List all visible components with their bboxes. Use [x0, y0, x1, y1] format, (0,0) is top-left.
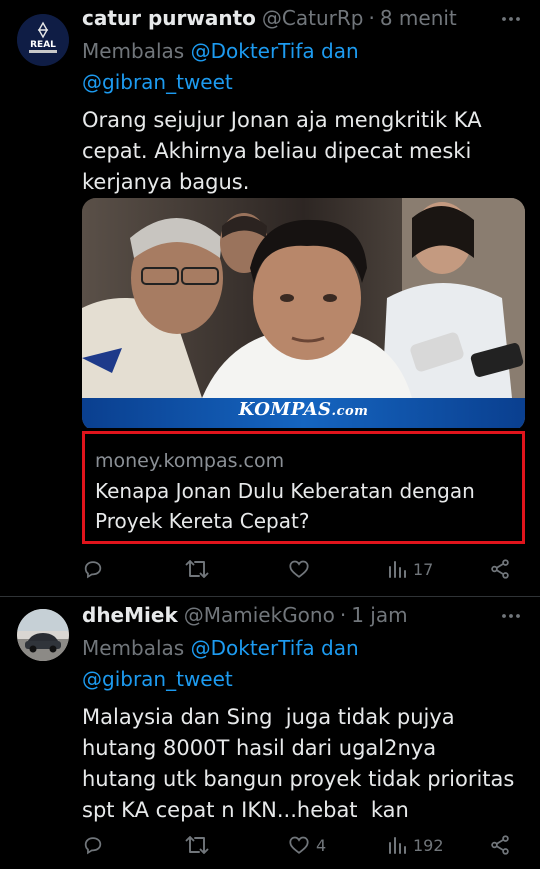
tweet-text: Orang sejujur Jonan aja mengkritik KA ce…	[82, 108, 482, 194]
like-button[interactable]: 4	[288, 834, 326, 856]
tweet-actions: 4 192	[82, 830, 522, 860]
author-handle[interactable]: @MamiekGono	[184, 603, 335, 627]
heart-icon	[289, 836, 309, 854]
reply-mention-doktertifa[interactable]: @DokterTifa dan	[191, 636, 359, 660]
share-icon	[491, 835, 509, 855]
reply-context: Membalas @DokterTifa dan @gibran_tweet	[82, 633, 522, 695]
retweet-icon	[185, 560, 209, 578]
reply-button[interactable]	[82, 834, 110, 856]
share-icon	[491, 559, 509, 579]
reply-button[interactable]	[82, 558, 110, 580]
views-icon	[389, 561, 406, 578]
press-photo-image	[82, 198, 525, 428]
link-card[interactable]: KOMPAS.com	[82, 198, 525, 431]
card-title: Kenapa Jonan Dulu Keberatan dengan Proye…	[95, 479, 475, 533]
retweet-icon	[185, 836, 209, 854]
card-domain: money.kompas.com	[95, 450, 285, 472]
reply-icon	[84, 561, 102, 579]
more-options-icon[interactable]	[500, 603, 522, 629]
author-avatar[interactable]	[17, 609, 69, 661]
share-button[interactable]	[489, 558, 511, 580]
reply-mention-gibran[interactable]: @gibran_tweet	[82, 70, 233, 94]
card-photo: KOMPAS.com	[82, 198, 525, 428]
like-count: 4	[316, 835, 327, 855]
views-button[interactable]: 192	[387, 835, 444, 855]
svg-text:REAL: REAL	[30, 40, 56, 50]
timestamp[interactable]: 1 jam	[351, 603, 407, 627]
avatar-car-photo-icon	[17, 609, 69, 661]
tweet-text: Malaysia dan Sing juga tidak pujya hutan…	[82, 705, 522, 822]
reply-context: Membalas @DokterTifa dan @gibran_tweet	[82, 36, 522, 98]
author-avatar[interactable]: REAL	[17, 14, 69, 66]
reply-mention-gibran[interactable]: @gibran_tweet	[82, 667, 233, 691]
separator-dot: ·	[368, 6, 375, 30]
views-button[interactable]: 17	[387, 559, 433, 579]
views-icon	[389, 837, 406, 854]
author-name[interactable]: catur purwanto	[82, 6, 256, 30]
retweet-button[interactable]	[185, 558, 215, 580]
reply-icon	[84, 837, 102, 855]
author-handle[interactable]: @CaturRp	[262, 6, 364, 30]
like-button[interactable]	[288, 558, 316, 580]
views-count: 17	[413, 559, 434, 579]
tweet-1[interactable]: REAL catur purwanto @CaturRp · 8 menit M…	[0, 0, 540, 596]
timestamp[interactable]: 8 menit	[380, 6, 457, 30]
tweet-actions: 17	[82, 554, 522, 584]
tweet-header: dheMiek @MamiekGono · 1 jam	[82, 603, 522, 633]
avatar-logo-icon: REAL	[17, 14, 69, 66]
author-name[interactable]: dheMiek	[82, 603, 178, 627]
reply-prefix: Membalas	[82, 636, 185, 660]
views-count: 192	[413, 835, 444, 855]
retweet-button[interactable]	[185, 834, 215, 856]
tweet-2[interactable]: dheMiek @MamiekGono · 1 jam Membalas @Do…	[0, 597, 540, 869]
tweet-header: catur purwanto @CaturRp · 8 menit	[82, 6, 522, 36]
reply-prefix: Membalas	[82, 39, 185, 63]
more-options-icon[interactable]	[500, 6, 522, 32]
heart-icon	[289, 560, 309, 578]
share-button[interactable]	[489, 834, 511, 856]
separator-dot: ·	[339, 603, 347, 627]
kompas-watermark: KOMPAS.com	[238, 399, 369, 420]
reply-mention-doktertifa[interactable]: @DokterTifa dan	[191, 39, 359, 63]
link-card-info[interactable]: money.kompas.com Kenapa Jonan Dulu Keber…	[82, 431, 525, 544]
